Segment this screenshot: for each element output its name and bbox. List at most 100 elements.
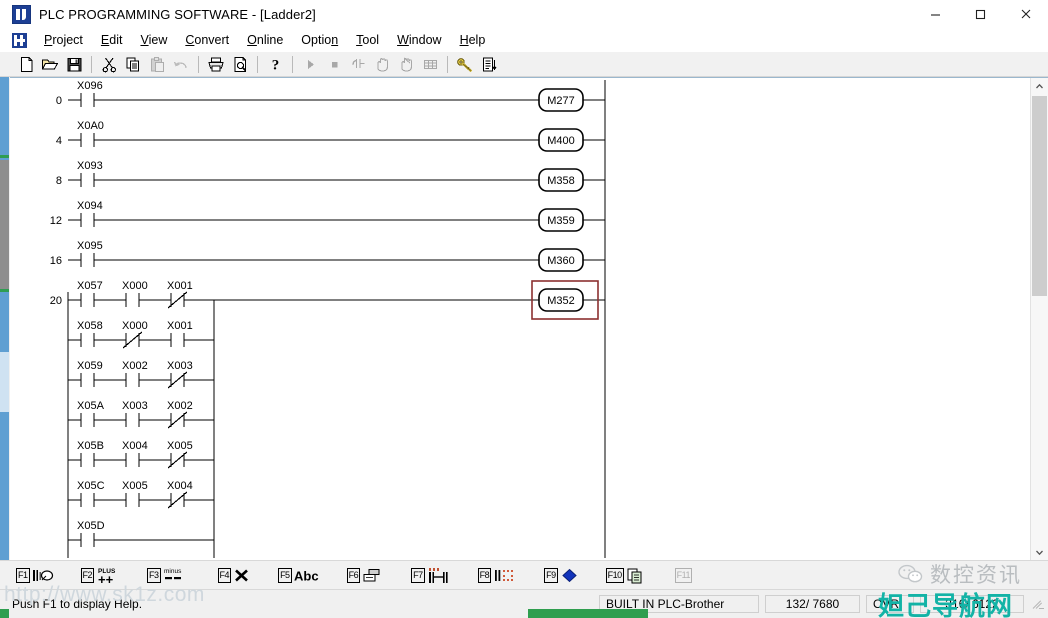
run-play-icon [298,53,322,75]
window-title: PLC PROGRAMMING SOFTWARE - [Ladder2] [39,6,316,22]
svg-text:X001: X001 [167,320,193,332]
svg-text:M360: M360 [547,255,575,267]
cut-scissors-icon[interactable] [97,53,121,75]
svg-text:X000: X000 [122,280,148,292]
menu-bar: Project Edit View Convert Online Option … [0,28,1048,69]
select-region-icon [493,566,517,585]
scroll-up-button[interactable] [1031,78,1048,95]
fkey-f2-tag: F2 [80,567,95,583]
status-position: 316/ 6122 [920,595,1024,613]
blue-diamond-icon [560,567,579,584]
strip-dark-segment [0,160,9,290]
menu-edit[interactable]: Edit [92,30,132,50]
svg-text:X004: X004 [122,440,148,452]
duplicate-icon [626,567,648,584]
fkey-f4[interactable]: F4 [217,567,252,584]
scrollbar-thumb[interactable] [1032,96,1047,296]
vertical-scrollbar[interactable] [1030,78,1048,561]
scroll-down-button[interactable] [1031,544,1048,561]
fkey-f8[interactable]: F8 [477,566,518,585]
menu-option[interactable]: Option [292,30,347,50]
svg-text:X058: X058 [77,320,103,332]
svg-text:X005: X005 [122,480,148,492]
fkey-f5[interactable]: F5 Abc [278,567,320,584]
svg-text:X002: X002 [167,400,193,412]
menu-convert[interactable]: Convert [176,30,238,50]
menu-tool[interactable]: Tool [347,30,388,50]
svg-text:M400: M400 [547,135,575,147]
fkey-f8-tag: F8 [477,567,492,583]
plc-programming-software-window: PLC PROGRAMMING SOFTWARE - [Ladder2] Pro… [0,0,1048,618]
save-disk-icon[interactable] [62,53,86,75]
svg-text:20: 20 [50,295,62,307]
svg-text:X000: X000 [122,320,148,332]
coil-write-icon [32,567,54,584]
svg-text:12: 12 [50,215,62,227]
fkey-f3-tag: F3 [147,567,161,583]
open-folder-icon[interactable] [38,53,62,75]
menu-view[interactable]: View [131,30,176,50]
window-controls [913,0,1048,28]
list-sort-icon[interactable] [477,53,501,75]
svg-text:X0A0: X0A0 [77,120,104,132]
svg-text:8: 8 [56,175,62,187]
svg-text:X096: X096 [77,80,103,92]
svg-text:X057: X057 [77,280,103,292]
status-steps: 132/ 7680 [765,595,860,613]
fkey-f9[interactable]: F9 [544,567,579,584]
svg-text:X05B: X05B [77,440,104,452]
menu-online[interactable]: Online [238,30,292,50]
menu-window[interactable]: Window [388,30,450,50]
print-icon[interactable] [204,53,228,75]
svg-text:X002: X002 [122,360,148,372]
block-copy-icon [362,567,384,584]
fkey-f7-tag: F7 [411,567,425,583]
svg-text:M359: M359 [547,215,575,227]
svg-text:X001: X001 [167,280,193,292]
menu-project[interactable]: Project [35,30,92,50]
ladder-canvas[interactable]: 0 X096 M277 4 X0A0 M400 8 X093 M358 12 X094 M359 16 X… [21,80,1027,558]
new-file-icon[interactable] [14,53,38,75]
copy-icon[interactable] [121,53,145,75]
toolbar-separator [91,55,92,73]
svg-text:X05D: X05D [77,520,105,532]
mdi-app-icon[interactable] [12,32,27,48]
fkey-f9-tag: F9 [544,567,558,583]
left-side-strip [0,77,9,560]
svg-text:4: 4 [56,135,62,147]
fkey-f6[interactable]: F6 [346,567,385,584]
help-question-icon[interactable]: ? [263,53,287,75]
plc-app-icon [12,4,31,24]
contact-monitor-icon [346,53,370,75]
toolbar-separator [292,55,293,73]
status-bar: Push F1 to display Help. BUILT IN PLC-Br… [0,590,1048,618]
svg-text:X003: X003 [167,360,193,372]
hand-write-icon [394,53,418,75]
title-bar: PLC PROGRAMMING SOFTWARE - [Ladder2] [0,0,1048,29]
fkey-f10[interactable]: F10 [605,567,648,584]
fkey-f2[interactable]: F2 PLUS ++ [80,566,121,585]
fkey-f7[interactable]: F7 [411,566,451,585]
menu-project-label: roject [52,33,83,47]
toolbar-separator [257,55,258,73]
maximize-button[interactable] [958,0,1003,28]
strip-green-mark-bottom [0,289,9,292]
paste-icon [145,53,169,75]
close-button[interactable] [1003,0,1048,28]
fkey-f3[interactable]: F3 minus [147,566,191,585]
print-preview-icon[interactable] [228,53,252,75]
key-icon[interactable] [453,53,477,75]
svg-text:16: 16 [50,255,62,267]
menu-help[interactable]: Help [451,30,495,50]
fkey-f5-tag: F5 [278,567,292,583]
branch-insert-icon [427,566,451,585]
toolbar-separator [447,55,448,73]
fkey-f1[interactable]: F1 [16,567,54,584]
resize-grip[interactable] [1030,596,1046,612]
svg-text:X05A: X05A [77,400,105,412]
ladder-diagram[interactable]: 0 X096 M277 4 X0A0 M400 8 X093 M358 12 X094 M359 16 X… [21,80,1027,558]
svg-text:X059: X059 [77,360,103,372]
minimize-button[interactable] [913,0,958,28]
svg-text:Abc: Abc [294,568,319,583]
strip-light-segment [0,352,9,412]
